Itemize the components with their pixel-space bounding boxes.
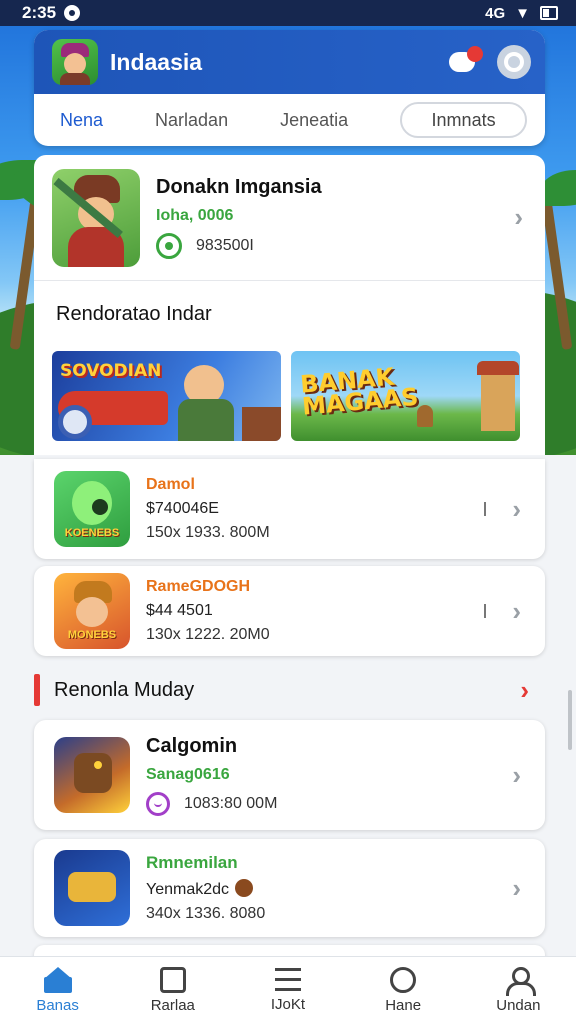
nav-label: Undan bbox=[496, 997, 541, 1014]
nav-label: Hane bbox=[385, 997, 422, 1014]
scrollbar[interactable] bbox=[568, 690, 572, 750]
featured-thumbnail bbox=[52, 168, 140, 267]
item-price: $740046E bbox=[146, 500, 219, 517]
tab-jeneatia[interactable]: Jeneatia bbox=[280, 110, 348, 131]
item-subtitle: Sanag0616 bbox=[146, 765, 230, 783]
item-price: $44 4501 bbox=[146, 602, 213, 619]
featured-item[interactable]: Donakn Imgansia Ioha, 0006 983500I › bbox=[34, 155, 545, 281]
banner-sovodian[interactable]: SOVODIAN bbox=[52, 351, 281, 441]
refresh-icon bbox=[156, 233, 182, 259]
wifi-icon: ▼ bbox=[515, 4, 530, 22]
featured-subtitle: Ioha, 0006 bbox=[156, 207, 234, 224]
banner-title: BANAK MAGAAS bbox=[299, 362, 420, 421]
item-stats: 340x 1336. 8080 bbox=[146, 905, 266, 922]
item-stats: 1083:80 00M bbox=[184, 794, 278, 812]
smile-icon bbox=[146, 791, 170, 816]
item-subtitle: Yenmak2dc bbox=[146, 881, 230, 898]
network-label: 4G bbox=[485, 4, 506, 22]
app-logo-icon[interactable] bbox=[52, 39, 98, 85]
game-thumbnail: KOENEBS bbox=[54, 471, 130, 547]
item-title: Damol bbox=[146, 476, 195, 493]
thumbnail-label: MONEBS bbox=[67, 629, 117, 641]
nav-item-hane[interactable]: Hane bbox=[355, 967, 451, 1014]
banner-title: SOVODIAN bbox=[60, 361, 162, 381]
section-accent-bar bbox=[34, 674, 40, 706]
game-thumbnail bbox=[54, 850, 130, 926]
section-title-recommend: Rendoratao Indar bbox=[56, 303, 212, 325]
featured-name: Donakn Imgansia bbox=[156, 176, 322, 198]
item-stats: 130x 1222. 20M0 bbox=[146, 626, 270, 643]
game-thumbnail: MONEBS bbox=[54, 573, 130, 649]
globe-icon bbox=[390, 967, 417, 993]
item-title: Calgomin bbox=[146, 734, 238, 757]
settings-button[interactable] bbox=[497, 45, 531, 79]
notification-badge bbox=[467, 46, 483, 62]
home-icon bbox=[43, 967, 72, 993]
chevron-right-icon: › bbox=[512, 872, 521, 903]
chevron-right-icon: › bbox=[512, 493, 521, 524]
list-icon bbox=[274, 968, 301, 992]
status-bar: 2:35 4G ▼ bbox=[0, 0, 576, 26]
nav-label: Rarlaa bbox=[150, 997, 195, 1014]
nav-label: IJoKt bbox=[270, 996, 306, 1013]
header-bar: Indaasia bbox=[34, 30, 545, 94]
chevron-right-icon: › bbox=[514, 202, 523, 232]
divider bbox=[484, 502, 487, 516]
banner-row: SOVODIAN BANAK MAGAAS bbox=[34, 343, 545, 441]
list-item[interactable]: MONEBS RameGDOGH $44 4501 130x 1222. 20M… bbox=[34, 566, 545, 656]
banner-banak-magaas[interactable]: BANAK MAGAAS bbox=[291, 351, 520, 441]
section-title-more: Renonla Muday bbox=[54, 678, 195, 701]
divider bbox=[484, 604, 487, 618]
tab-nena[interactable]: Nena bbox=[60, 110, 103, 131]
nav-item-banas[interactable]: Banas bbox=[10, 967, 106, 1014]
featured-metric: 983500I bbox=[196, 237, 254, 254]
chevron-right-icon: › bbox=[520, 674, 529, 705]
notification-icon bbox=[64, 5, 81, 21]
app-header: Indaasia Nena Narladan Jeneatia Inmnats bbox=[34, 30, 545, 146]
game-thumbnail bbox=[54, 737, 130, 813]
status-time: 2:35 bbox=[22, 3, 57, 22]
item-subtitle-row: Yenmak2dc bbox=[146, 879, 512, 899]
search-box-icon bbox=[159, 967, 186, 993]
nav-item-ijokt[interactable]: IJoKt bbox=[240, 968, 336, 1013]
chevron-right-icon: › bbox=[512, 759, 521, 790]
chat-button[interactable] bbox=[449, 46, 483, 76]
chevron-right-icon: › bbox=[512, 595, 521, 626]
list-item[interactable]: Calgomin Sanag0616 1083:80 00M › bbox=[34, 720, 545, 830]
item-title: Rmnemilan bbox=[146, 853, 238, 872]
tab-narladan[interactable]: Narladan bbox=[155, 110, 228, 131]
user-icon bbox=[505, 967, 537, 996]
gear-icon bbox=[504, 52, 524, 72]
section-header-more[interactable]: Renonla Muday › bbox=[34, 670, 545, 710]
battery-icon bbox=[540, 6, 558, 20]
nav-item-rarlaa[interactable]: Rarlaa bbox=[125, 967, 221, 1014]
bottom-nav: Banas Rarlaa IJoKt Hane Undan bbox=[0, 956, 576, 1024]
thumbnail-label: KOENEBS bbox=[64, 527, 120, 539]
list-item[interactable]: Rmnemilan Yenmak2dc 340x 1336. 8080 › bbox=[34, 839, 545, 937]
item-title: RameGDOGH bbox=[146, 578, 251, 595]
list-item[interactable]: KOENEBS Damol $740046E 150x 1933. 800M › bbox=[34, 459, 545, 559]
app-title: Indaasia bbox=[110, 48, 203, 75]
tab-inmnats[interactable]: Inmnats bbox=[400, 102, 527, 138]
cookie-icon bbox=[235, 879, 254, 897]
nav-item-undan[interactable]: Undan bbox=[470, 967, 566, 1014]
item-stats: 150x 1933. 800M bbox=[146, 524, 270, 541]
tab-bar: Nena Narladan Jeneatia Inmnats bbox=[34, 94, 545, 146]
main-panel: Donakn Imgansia Ioha, 0006 983500I › Ren… bbox=[34, 155, 545, 455]
nav-label: Banas bbox=[36, 997, 79, 1014]
